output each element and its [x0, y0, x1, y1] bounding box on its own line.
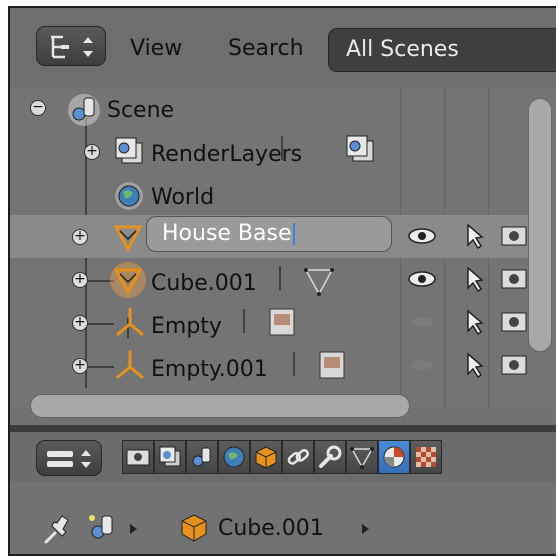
- scene-tab[interactable]: [186, 440, 218, 474]
- expand-toggle[interactable]: +: [72, 229, 88, 245]
- constraints-tab[interactable]: [282, 440, 314, 474]
- collapse-toggle[interactable]: −: [30, 100, 46, 116]
- scene-tab-icon: [192, 447, 211, 467]
- scene-icon[interactable]: [84, 510, 120, 546]
- outliner-header: View Search All Scenes: [10, 8, 556, 88]
- world-label[interactable]: World: [151, 185, 214, 210]
- properties-editor-button[interactable]: [36, 440, 102, 476]
- outliner-tree: − Scene + RenderLayers World + House Bas…: [10, 88, 556, 408]
- pin-icon[interactable]: [40, 512, 76, 548]
- render-tab[interactable]: [122, 440, 154, 474]
- breadcrumb-object-label[interactable]: Cube.001: [218, 516, 324, 541]
- rename-field[interactable]: House Base: [146, 216, 392, 252]
- outliner-editor-icon: [51, 35, 93, 59]
- world-icon: [115, 182, 143, 210]
- image-data-icon[interactable]: [267, 306, 297, 338]
- properties-header: [10, 432, 556, 482]
- renderlayers-icon[interactable]: [342, 132, 378, 168]
- modifier-tab-icon: [319, 445, 342, 468]
- text-cursor: [292, 223, 295, 245]
- material-tab-icon: [383, 446, 405, 468]
- display-mode-dropdown[interactable]: All Scenes: [328, 28, 556, 72]
- expand-toggle[interactable]: +: [72, 358, 88, 374]
- mesh-data-icon[interactable]: [302, 264, 336, 298]
- breadcrumb-arrow-icon: [362, 524, 369, 534]
- editor-type-button[interactable]: [36, 26, 106, 66]
- empty-icon: [116, 350, 144, 379]
- scene-label[interactable]: Scene: [107, 98, 174, 123]
- display-mode-label: All Scenes: [346, 37, 459, 62]
- cursor-icon: [467, 223, 484, 379]
- mesh-icon: [113, 225, 143, 253]
- menu-view[interactable]: View: [130, 36, 182, 61]
- rename-value: House Base: [162, 221, 292, 246]
- data-tab-icon: [350, 447, 374, 469]
- properties-editor-icon: [47, 450, 91, 468]
- world-tab-icon: [223, 446, 245, 468]
- blender-screen: View Search All Scenes − Scene + RenderL…: [8, 6, 556, 556]
- horizontal-scrollbar[interactable]: [30, 394, 410, 418]
- expand-toggle[interactable]: +: [72, 315, 88, 331]
- menu-search[interactable]: Search: [228, 36, 304, 61]
- restriction-columns: [408, 223, 527, 379]
- image-data-icon[interactable]: [317, 349, 347, 381]
- modifier-tab[interactable]: [314, 440, 346, 474]
- render-layers-tab[interactable]: [154, 440, 186, 474]
- texture-tab[interactable]: [410, 440, 442, 474]
- camera-icon: [501, 226, 527, 375]
- eye-icon: [408, 228, 436, 370]
- properties-body: Cube.001: [10, 482, 556, 554]
- constraints-tab-icon: [287, 449, 309, 465]
- expand-toggle[interactable]: +: [84, 144, 100, 160]
- expand-toggle[interactable]: +: [72, 272, 88, 288]
- scene-icon: [68, 94, 100, 126]
- material-tab[interactable]: [378, 440, 410, 474]
- mesh-icon: [110, 262, 146, 298]
- object-tab-icon: [255, 446, 277, 469]
- renderlayers-label[interactable]: RenderLayers: [151, 142, 302, 167]
- area-divider[interactable]: [10, 425, 556, 432]
- world-tab[interactable]: [218, 440, 250, 474]
- data-tab[interactable]: [346, 440, 378, 474]
- breadcrumb-arrow-icon: [130, 524, 137, 534]
- render-tab-icon: [126, 449, 150, 466]
- object-tab[interactable]: [250, 440, 282, 474]
- cube-label[interactable]: Cube.001: [151, 271, 257, 296]
- object-icon: [181, 514, 207, 542]
- vertical-scrollbar[interactable]: [528, 98, 552, 352]
- layers-tab-icon: [159, 446, 181, 467]
- empty001-label[interactable]: Empty.001: [151, 357, 268, 382]
- texture-tab-icon: [416, 447, 436, 467]
- renderlayers-icon: [115, 137, 143, 164]
- empty-icon: [116, 307, 144, 336]
- empty-label[interactable]: Empty: [151, 314, 222, 339]
